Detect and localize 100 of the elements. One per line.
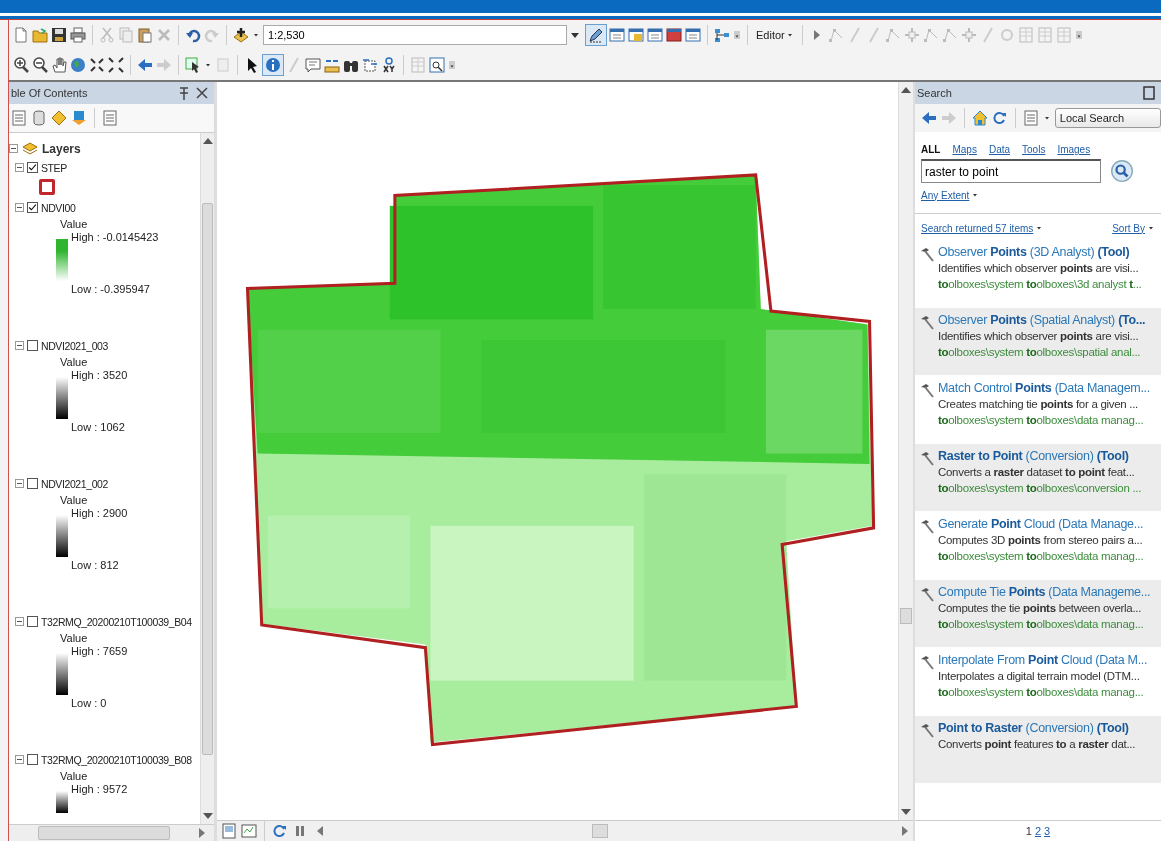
- scrollbar-thumb[interactable]: [202, 202, 213, 755]
- search-filter-tab[interactable]: Tools: [1022, 144, 1046, 155]
- search-filter-tab[interactable]: Maps: [952, 144, 977, 155]
- layout-view-icon[interactable]: [221, 823, 237, 839]
- layer-checkbox[interactable]: [27, 340, 38, 351]
- extent-dropdown[interactable]: Any Extent: [915, 183, 1161, 213]
- vertical-scrollbar[interactable]: [200, 133, 214, 824]
- results-summary-link[interactable]: Search returned 57 items: [921, 222, 1044, 234]
- print-icon[interactable]: [70, 27, 86, 43]
- collapse-icon[interactable]: [9, 144, 18, 153]
- globe-icon[interactable]: [70, 57, 86, 73]
- result-title[interactable]: Observer Points (3D Analyst) (Tool): [938, 244, 1142, 260]
- page-link[interactable]: 3: [1044, 825, 1051, 837]
- home-icon[interactable]: [971, 110, 988, 126]
- search-scope-dropdown[interactable]: Local Search: [1054, 108, 1161, 128]
- map-scale-field[interactable]: 1:2,530: [263, 25, 567, 45]
- command-window-icon[interactable]: [685, 27, 701, 43]
- add-data-icon[interactable]: [233, 27, 249, 43]
- catalog-window-icon[interactable]: [628, 27, 644, 43]
- layers-icon[interactable]: [22, 140, 38, 157]
- refresh-icon[interactable]: [272, 823, 288, 839]
- collapse-icon[interactable]: [15, 163, 24, 172]
- toolbar-options-icon[interactable]: [733, 29, 741, 41]
- sort-by-link[interactable]: Sort By: [1112, 222, 1155, 234]
- layer-checkbox[interactable]: [27, 754, 38, 765]
- hammer-icon[interactable]: [919, 450, 935, 466]
- scrollbar-thumb[interactable]: [900, 608, 912, 624]
- arrows-inward-icon[interactable]: [89, 57, 105, 73]
- hammer-icon[interactable]: [919, 654, 935, 670]
- close-icon[interactable]: [194, 85, 210, 101]
- info-icon[interactable]: [263, 55, 283, 75]
- result-title[interactable]: Match Control Points (Data Managem...: [938, 380, 1150, 396]
- go-to-icon[interactable]: [362, 57, 378, 73]
- layer-checkbox[interactable]: [27, 162, 38, 173]
- refresh-icon[interactable]: [991, 110, 1008, 126]
- hammer-icon[interactable]: [919, 246, 935, 262]
- result-title[interactable]: Point to Raster (Conversion) (Tool): [938, 720, 1136, 736]
- back-icon[interactable]: [921, 110, 937, 126]
- zoom-out-icon[interactable]: [32, 57, 48, 73]
- toolbox-icon[interactable]: [666, 27, 682, 43]
- result-title[interactable]: Interpolate From Point Cloud (Data M...: [938, 652, 1148, 668]
- layer-name[interactable]: NDVI2021_003: [41, 339, 108, 352]
- collapse-icon[interactable]: [15, 617, 24, 626]
- hammer-icon[interactable]: [919, 586, 935, 602]
- layer-checkbox[interactable]: [27, 478, 38, 489]
- layers-icon[interactable]: [51, 110, 67, 126]
- select-features-icon[interactable]: [185, 57, 201, 73]
- layer-name[interactable]: NDVI2021_002: [41, 477, 108, 490]
- result-title[interactable]: Observer Points (Spatial Analyst) (To...: [938, 312, 1146, 328]
- result-title[interactable]: Compute Tie Points (Data Manageme...: [938, 584, 1151, 600]
- restore-icon[interactable]: [1141, 85, 1157, 101]
- collapse-icon[interactable]: [15, 341, 24, 350]
- editor-menu[interactable]: Editor: [754, 29, 796, 41]
- scrollbar-thumb[interactable]: [592, 824, 608, 838]
- layer-name[interactable]: STEP: [41, 161, 67, 174]
- source-icon[interactable]: [71, 110, 87, 126]
- layer-group-name[interactable]: Layers: [42, 141, 81, 156]
- search-filter-tab[interactable]: Images: [1057, 144, 1091, 155]
- hammer-icon[interactable]: [919, 722, 935, 738]
- layer-checkbox[interactable]: [27, 202, 38, 213]
- horizontal-scrollbar[interactable]: [9, 824, 214, 841]
- new-document-icon[interactable]: [13, 27, 29, 43]
- window-icon[interactable]: [609, 27, 625, 43]
- toolbar-options-icon[interactable]: [1074, 29, 1083, 41]
- save-icon[interactable]: [51, 27, 67, 43]
- editor-toolbar-icon[interactable]: [586, 25, 606, 45]
- hammer-icon[interactable]: [919, 314, 935, 330]
- zoom-in-icon[interactable]: [13, 57, 29, 73]
- back-icon[interactable]: [137, 57, 153, 73]
- search-filter-tab[interactable]: Data: [988, 144, 1011, 155]
- arrows-outward-icon[interactable]: [108, 57, 124, 73]
- magnifier-window-icon[interactable]: [429, 57, 445, 73]
- hammer-icon[interactable]: [919, 518, 935, 534]
- collapse-icon[interactable]: [15, 479, 24, 488]
- vertical-scrollbar[interactable]: [898, 82, 913, 820]
- search-field[interactable]: raster to point: [921, 159, 1101, 183]
- collapse-icon[interactable]: [15, 755, 24, 764]
- search-filter-tab[interactable]: ALL: [921, 144, 941, 155]
- layer-checkbox[interactable]: [27, 616, 38, 627]
- database-icon[interactable]: [31, 110, 47, 126]
- hammer-icon[interactable]: [919, 382, 935, 398]
- result-title[interactable]: Generate Point Cloud (Data Manage...: [938, 516, 1144, 532]
- collapse-icon[interactable]: [15, 203, 24, 212]
- data-view-icon[interactable]: [241, 823, 257, 839]
- layer-name[interactable]: T32RMQ_20200210T100039_B08: [41, 753, 192, 766]
- popup-icon[interactable]: [305, 57, 321, 73]
- layer-name[interactable]: T32RMQ_20200210T100039_B04: [41, 615, 192, 628]
- measure-icon[interactable]: [324, 57, 340, 73]
- undo-icon[interactable]: [185, 27, 201, 43]
- paste-icon[interactable]: [137, 27, 153, 43]
- xy-icon[interactable]: [381, 57, 397, 73]
- layer-name[interactable]: NDVI00: [41, 201, 76, 214]
- search-button[interactable]: [1111, 160, 1133, 182]
- page-link[interactable]: 2: [1034, 825, 1042, 837]
- result-title[interactable]: Raster to Point (Conversion) (Tool): [938, 448, 1142, 464]
- model-builder-icon[interactable]: [714, 27, 730, 43]
- window-icon[interactable]: [647, 27, 663, 43]
- scrollbar-thumb[interactable]: [37, 826, 170, 840]
- page-link[interactable]: 1: [1025, 825, 1032, 837]
- toolbar-options-icon[interactable]: [448, 59, 456, 71]
